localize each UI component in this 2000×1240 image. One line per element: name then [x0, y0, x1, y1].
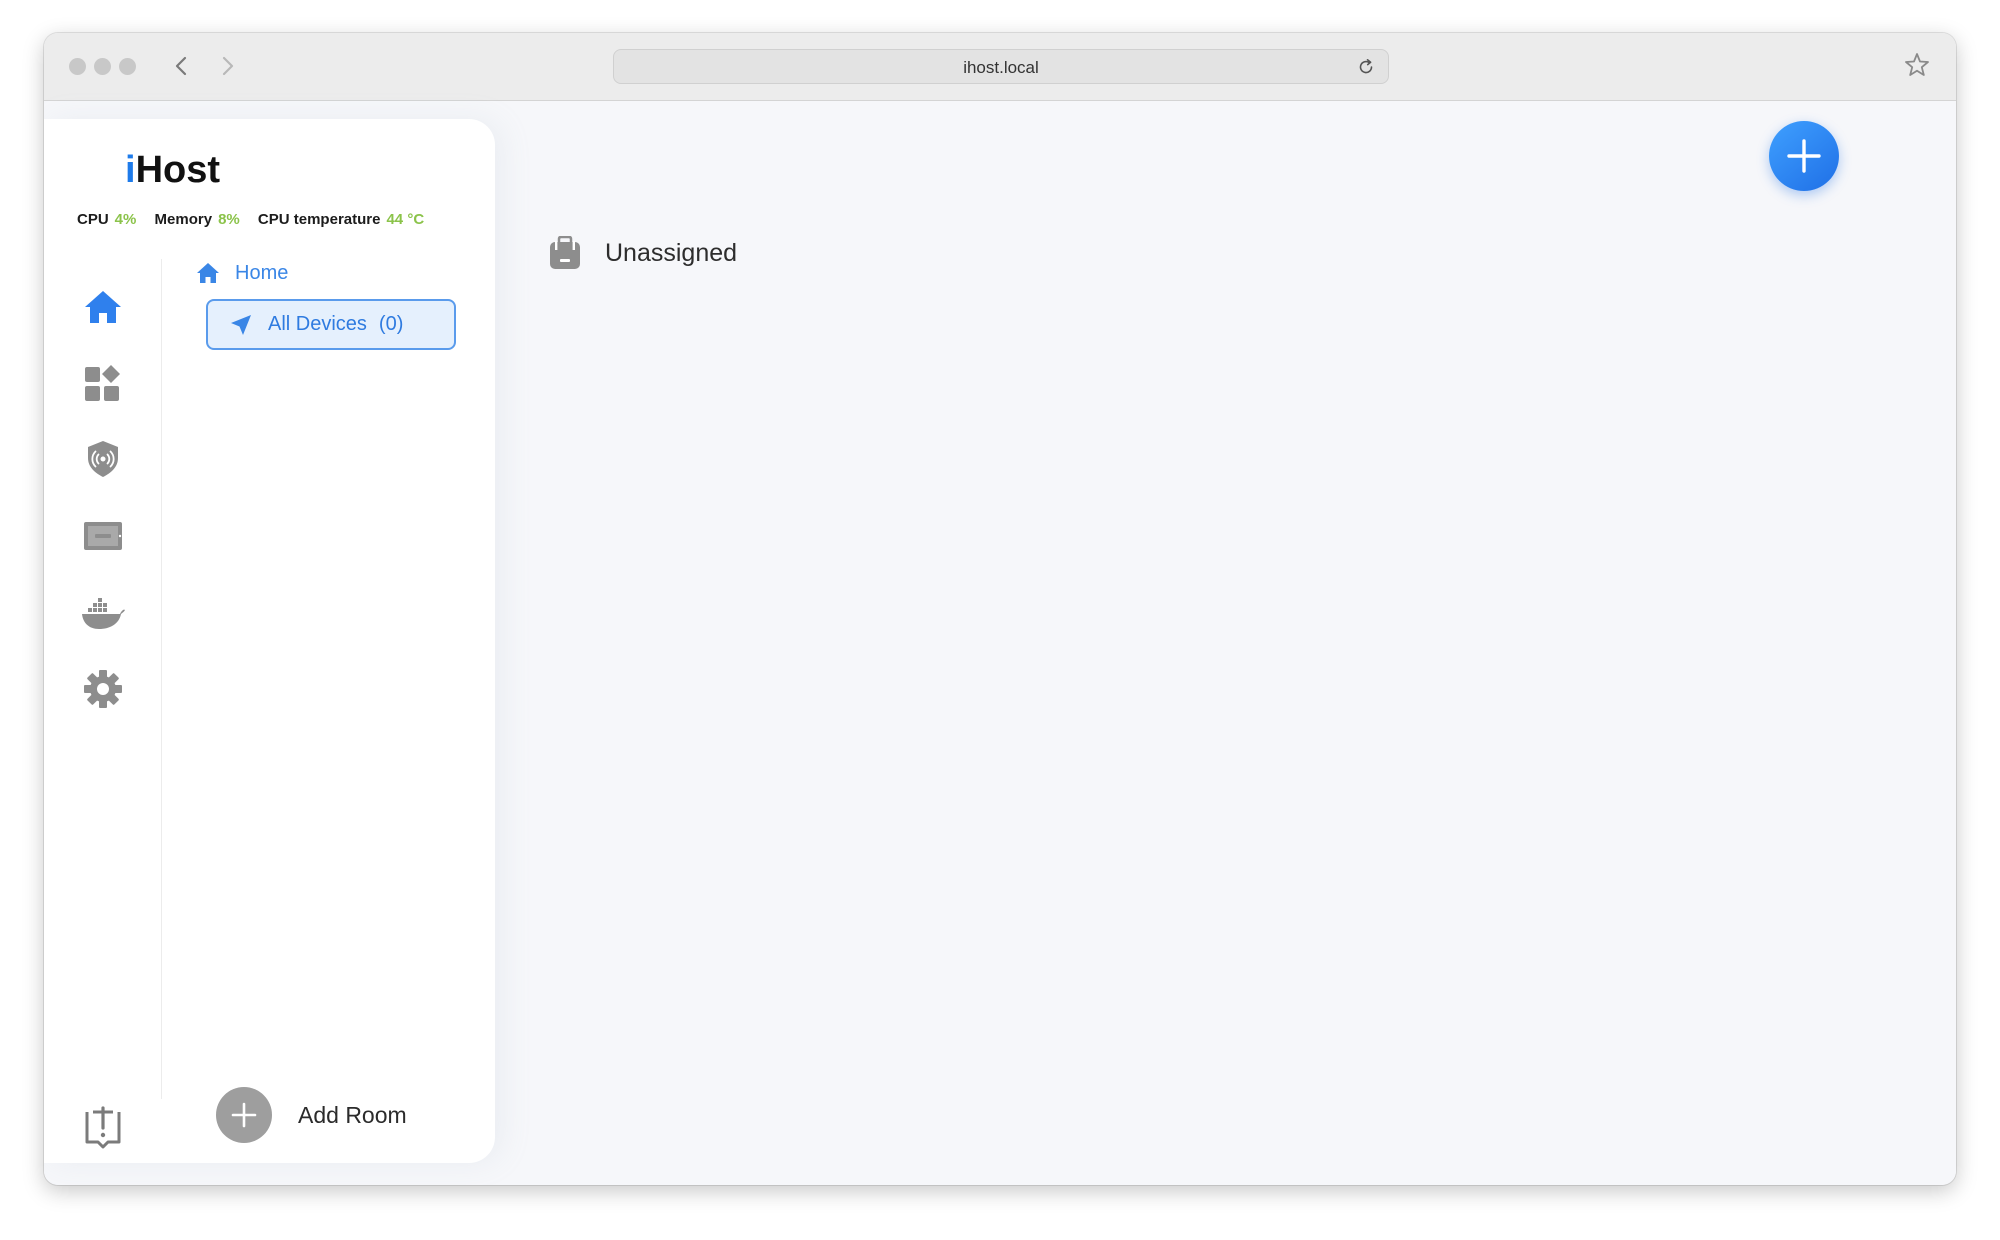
- plus-icon: [1787, 139, 1821, 173]
- home-link[interactable]: Home: [195, 260, 288, 286]
- back-arrow-icon[interactable]: [167, 51, 197, 81]
- close-window-button[interactable]: [69, 58, 86, 75]
- rail-item-settings[interactable]: [80, 666, 126, 712]
- zoom-window-button[interactable]: [119, 58, 136, 75]
- feedback-icon[interactable]: [80, 1104, 126, 1150]
- rail-divider: [161, 259, 162, 1099]
- address-bar[interactable]: ihost.local: [613, 49, 1389, 84]
- rail-item-security[interactable]: [80, 436, 126, 482]
- stat-memory-value: 8%: [218, 211, 240, 228]
- add-room-circle: [216, 1087, 272, 1143]
- docker-icon: [82, 598, 125, 629]
- ihost-logo: iHost: [125, 149, 221, 191]
- rail-item-apps[interactable]: [80, 360, 126, 406]
- security-shield-icon: [88, 441, 118, 477]
- forward-arrow-icon[interactable]: [212, 51, 242, 81]
- display-panel-icon: [84, 522, 122, 550]
- rail-item-display[interactable]: [80, 513, 126, 559]
- unassigned-box-icon: [550, 236, 580, 269]
- rail-item-home[interactable]: [80, 284, 126, 330]
- stat-temperature-value: 44 °C: [386, 211, 425, 228]
- minimize-window-button[interactable]: [94, 58, 111, 75]
- stat-memory-label: Memory: [154, 211, 213, 228]
- stat-temperature-label: CPU temperature: [257, 211, 381, 228]
- browser-titlebar: ihost.local: [44, 33, 1956, 101]
- reload-icon[interactable]: [1356, 57, 1376, 77]
- apps-icon: [85, 365, 120, 401]
- rail-item-docker[interactable]: [80, 590, 126, 636]
- home-icon: [85, 291, 121, 323]
- address-url: ihost.local: [963, 58, 1039, 77]
- sidebar: iHost CPU 4% Memory 8% CPU temperature 44 °…: [44, 119, 495, 1163]
- stat-cpu-value: 4%: [114, 211, 137, 228]
- all-devices-label: All Devices: [268, 313, 367, 335]
- browser-window: ihost.local iHost CPU 4% Memory 8% CPU tem…: [44, 33, 1956, 1185]
- home-small-icon: [197, 263, 219, 283]
- add-room-button[interactable]: Add Room: [216, 1087, 407, 1143]
- location-arrow-icon: [231, 314, 251, 335]
- stat-cpu-label: CPU: [77, 211, 109, 228]
- add-device-fab[interactable]: [1769, 121, 1839, 191]
- section-title: Unassigned: [605, 238, 738, 267]
- add-room-label: Add Room: [298, 1101, 407, 1128]
- home-link-label: Home: [235, 261, 289, 284]
- bookmark-star-icon[interactable]: [1902, 50, 1932, 80]
- all-devices-item[interactable]: All Devices (0): [206, 299, 456, 350]
- page-content: iHost CPU 4% Memory 8% CPU temperature 44 °…: [44, 101, 1956, 1185]
- settings-gear-icon: [84, 670, 122, 708]
- system-stats: CPU 4% Memory 8% CPU temperature 44 °C: [77, 211, 438, 228]
- plus-icon: [231, 1102, 257, 1128]
- unassigned-section-header: Unassigned: [549, 236, 737, 270]
- all-devices-count: (0): [378, 313, 404, 335]
